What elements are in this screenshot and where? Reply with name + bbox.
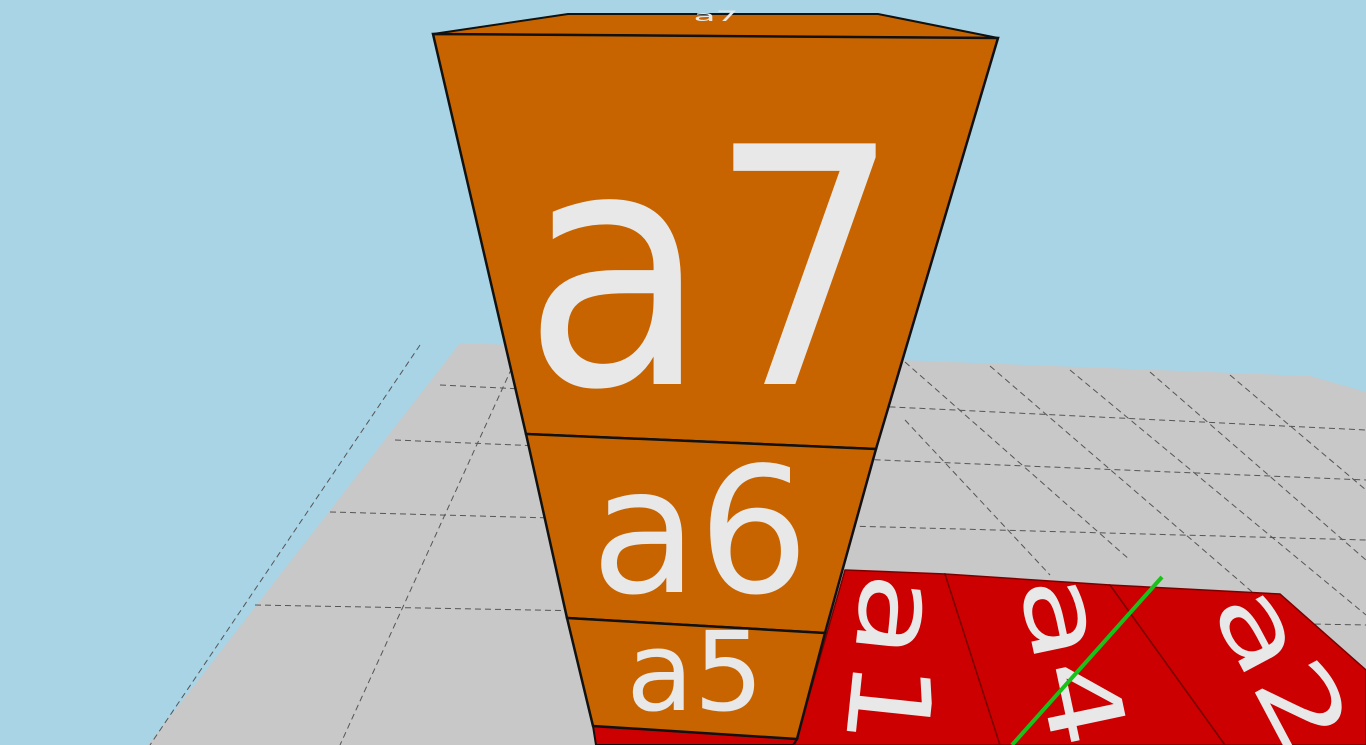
floor-tile-label-a1: a1 xyxy=(819,567,967,745)
tower-top-label: a7 xyxy=(694,9,739,25)
floor-tiles[interactable]: a1 a4 a2 xyxy=(794,562,1366,745)
tower-block-label-a6: a6 xyxy=(591,431,810,634)
3d-scene-viewport[interactable]: a1 a4 a2 a7 a7 a6 a5 xyxy=(0,0,1366,745)
tower-block-label-a5: a5 xyxy=(626,608,763,736)
tower-block-label-a7: a7 xyxy=(522,78,901,462)
